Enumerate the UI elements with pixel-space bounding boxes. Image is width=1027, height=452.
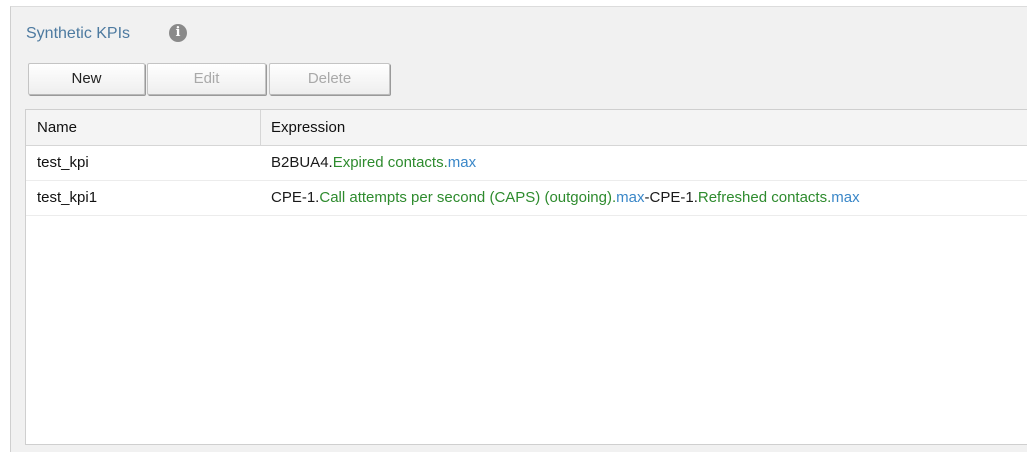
expression-metric: Refreshed contacts. — [697, 189, 832, 206]
expression-aggregate: max — [447, 154, 477, 171]
panel-title: Synthetic KPIs — [26, 25, 131, 42]
synthetic-kpis-panel: Synthetic KPIs i New Edit Delete Name Ex… — [10, 6, 1027, 452]
expression-entity: -CPE-1. — [644, 189, 698, 206]
expression-entity: CPE-1. — [271, 189, 320, 206]
expression-metric: Expired contacts. — [332, 154, 448, 171]
column-divider[interactable] — [260, 110, 261, 145]
table-row[interactable]: test_kpi B2BUA4.Expired contacts.max — [26, 146, 1027, 181]
table-header: Name Expression — [26, 110, 1027, 146]
new-button[interactable]: New — [28, 63, 145, 95]
column-header-expression[interactable]: Expression — [271, 110, 345, 145]
expression-aggregate: max — [616, 189, 645, 206]
kpi-name-cell: test_kpi1 — [37, 189, 98, 206]
expression-entity: B2BUA4. — [271, 154, 333, 171]
column-header-name[interactable]: Name — [37, 110, 77, 145]
kpi-name-cell: test_kpi — [37, 154, 89, 171]
table-row[interactable]: test_kpi1 CPE-1.Call attempts per second… — [26, 181, 1027, 216]
kpi-table: Name Expression test_kpi B2BUA4.Expired … — [25, 109, 1027, 445]
info-icon[interactable]: i — [169, 24, 187, 42]
delete-button[interactable]: Delete — [269, 63, 390, 95]
expression-metric: Call attempts per second (CAPS) (outgoin… — [319, 189, 617, 206]
expression-aggregate: max — [831, 189, 860, 206]
edit-button[interactable]: Edit — [147, 63, 266, 95]
kpi-expression-cell: CPE-1.Call attempts per second (CAPS) (o… — [271, 181, 860, 215]
kpi-expression-cell: B2BUA4.Expired contacts.max — [271, 146, 476, 180]
panel-header: Synthetic KPIs i — [11, 7, 1027, 60]
